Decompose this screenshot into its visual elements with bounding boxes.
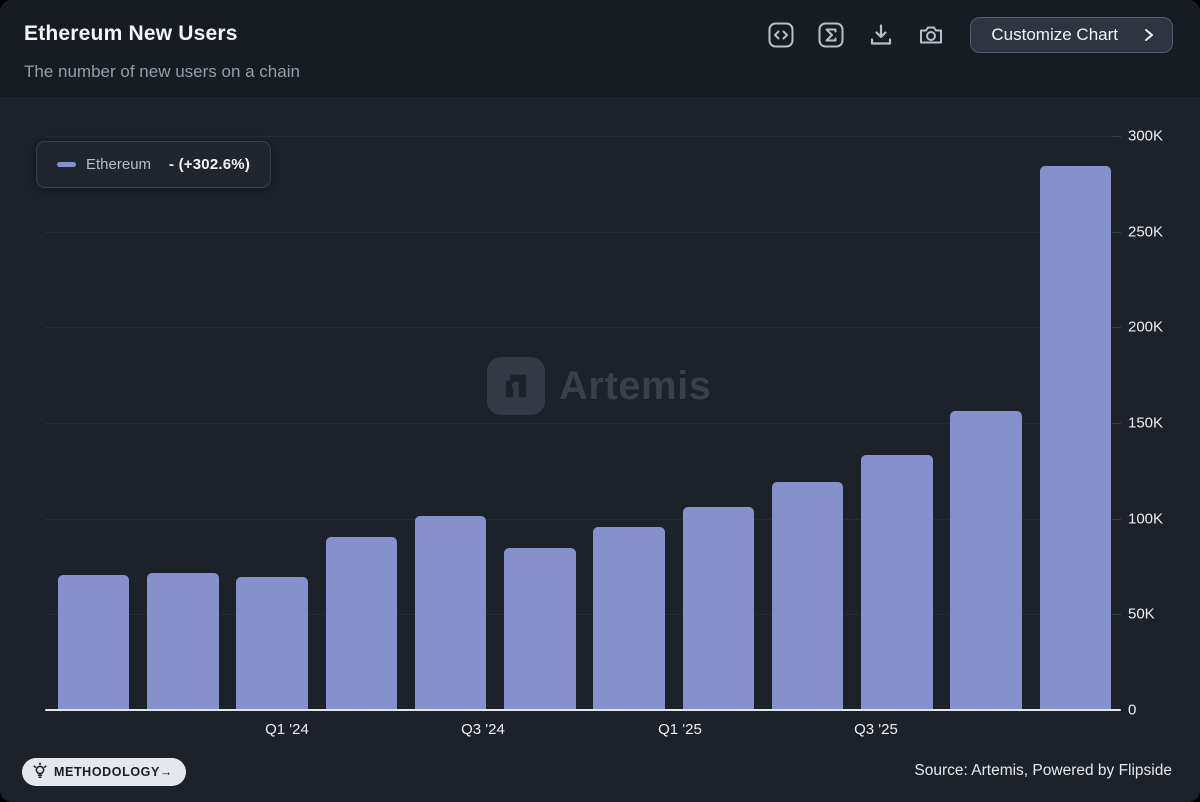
chevron-right-icon xyxy=(1144,28,1154,42)
app-window: Ethereum New Users The number of new use… xyxy=(0,0,1200,802)
lightbulb-icon xyxy=(31,762,49,783)
y-axis-label: 250K xyxy=(1128,223,1188,240)
page-title: Ethereum New Users xyxy=(24,22,238,46)
x-axis-label: Q1 '24 xyxy=(265,721,309,738)
customize-chart-label: Customize Chart xyxy=(991,25,1118,45)
bar[interactable] xyxy=(58,575,130,710)
code-brackets-icon xyxy=(767,21,795,49)
y-axis-tick xyxy=(1112,136,1121,137)
methodology-label: METHODOLOGY→ xyxy=(54,765,173,779)
y-axis-label: 150K xyxy=(1128,415,1188,432)
page-subtitle: The number of new users on a chain xyxy=(24,62,300,82)
formula-button[interactable] xyxy=(814,18,848,52)
download-button[interactable] xyxy=(864,18,898,52)
y-gridline xyxy=(45,136,1121,137)
methodology-button[interactable]: METHODOLOGY→ xyxy=(22,758,186,786)
legend-series-swatch xyxy=(57,162,76,167)
bar[interactable] xyxy=(236,577,308,710)
legend-series-change: - (+302.6%) xyxy=(169,156,250,173)
bar[interactable] xyxy=(147,573,219,710)
y-gridline xyxy=(45,327,1121,328)
y-axis-label: 200K xyxy=(1128,319,1188,336)
y-axis-tick xyxy=(1112,423,1121,424)
y-axis-tick xyxy=(1112,614,1121,615)
y-axis-label: 300K xyxy=(1128,128,1188,145)
y-axis-tick xyxy=(1112,327,1121,328)
y-gridline xyxy=(45,232,1121,233)
screenshot-button[interactable] xyxy=(914,18,948,52)
bar[interactable] xyxy=(326,537,398,710)
customize-chart-button[interactable]: Customize Chart xyxy=(970,17,1173,53)
bar[interactable] xyxy=(683,507,755,710)
bar[interactable] xyxy=(772,482,844,710)
source-attribution: Source: Artemis, Powered by Flipside xyxy=(914,762,1172,780)
bar[interactable] xyxy=(504,548,576,710)
bar[interactable] xyxy=(1040,166,1112,710)
bar[interactable] xyxy=(861,455,933,710)
y-axis-label: 50K xyxy=(1128,606,1188,623)
camera-icon xyxy=(917,21,945,49)
bar[interactable] xyxy=(950,411,1022,710)
y-axis-tick xyxy=(1112,232,1121,233)
x-axis-line xyxy=(45,709,1121,711)
x-axis-label: Q1 '25 xyxy=(658,721,702,738)
legend-series-name: Ethereum xyxy=(86,156,151,173)
sigma-icon xyxy=(817,21,845,49)
chart-header: Ethereum New Users The number of new use… xyxy=(0,0,1200,99)
x-axis-label: Q3 '25 xyxy=(854,721,898,738)
y-axis-label: 100K xyxy=(1128,510,1188,527)
y-axis-label: 0 xyxy=(1128,702,1188,719)
y-axis-tick xyxy=(1112,519,1121,520)
legend-chip[interactable]: Ethereum - (+302.6%) xyxy=(36,141,271,188)
bar[interactable] xyxy=(415,516,487,710)
embed-code-button[interactable] xyxy=(764,18,798,52)
header-actions: Customize Chart xyxy=(764,17,1173,53)
download-icon xyxy=(867,21,895,49)
x-axis-label: Q3 '24 xyxy=(461,721,505,738)
bar[interactable] xyxy=(593,527,665,710)
